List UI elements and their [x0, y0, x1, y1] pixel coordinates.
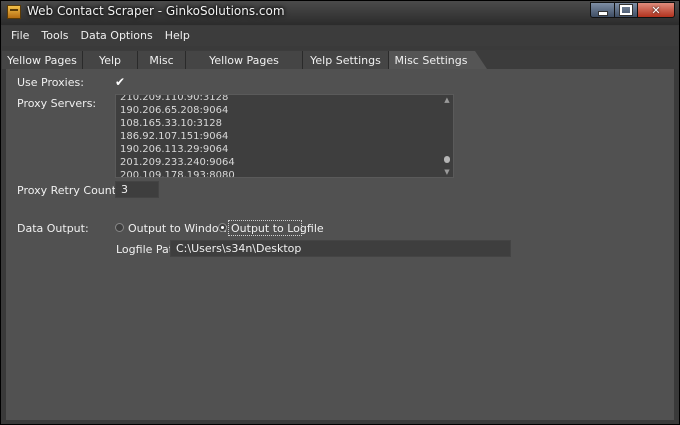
logfile-path-input[interactable]: C:\Users\s34n\Desktop: [170, 240, 511, 257]
output-window-radio[interactable]: [115, 223, 124, 232]
data-output-label: Data Output:: [17, 222, 89, 235]
output-window-label[interactable]: Output to Window: [128, 222, 228, 235]
proxy-servers-label: Proxy Servers:: [17, 97, 97, 110]
scroll-down-icon[interactable]: ▼: [442, 168, 452, 176]
maximize-button[interactable]: [614, 2, 638, 18]
app-window: Web Contact Scraper - GinkoSolutions.com…: [0, 0, 680, 425]
list-item[interactable]: 190.206.65.208:9064: [120, 104, 440, 117]
list-item[interactable]: 201.209.233.240:9064: [120, 156, 440, 169]
checkmark-icon: ✔: [114, 75, 126, 89]
close-icon: ✕: [651, 3, 661, 17]
list-item[interactable]: 200.109.178.193:8080: [120, 169, 440, 177]
proxy-retry-label: Proxy Retry Count:: [17, 184, 120, 197]
menu-tools[interactable]: Tools: [35, 26, 74, 46]
menu-data-options[interactable]: Data Options: [75, 26, 159, 46]
window-title: Web Contact Scraper - GinkoSolutions.com: [27, 4, 285, 18]
list-item[interactable]: 190.206.113.29:9064: [120, 143, 440, 156]
active-tab-edge: [473, 51, 487, 69]
menu-bar: File Tools Data Options Help: [2, 26, 678, 46]
tab-yelp[interactable]: Yelp: [83, 51, 137, 69]
output-logfile-radio[interactable]: [218, 223, 227, 232]
proxy-list-scrollbar[interactable]: ▲ ▼: [442, 96, 452, 176]
tab-misc[interactable]: Misc: [138, 51, 185, 69]
tab-yelp-settings[interactable]: Yelp Settings: [303, 51, 388, 69]
proxy-servers-list[interactable]: 210.209.110.90:3128 190.206.65.208:9064 …: [115, 94, 454, 178]
output-logfile-label[interactable]: Output to Logfile: [231, 222, 324, 235]
tab-misc-settings[interactable]: Misc Settings: [389, 51, 473, 69]
tab-strip: Yellow Pages Yelp Misc Yellow Pages Sett…: [2, 50, 678, 86]
scroll-thumb[interactable]: [444, 156, 450, 163]
title-bar[interactable]: Web Contact Scraper - GinkoSolutions.com…: [1, 1, 679, 25]
tab-yellow-pages-settings[interactable]: Yellow Pages Settings: [186, 51, 302, 86]
misc-settings-panel: Use Proxies: ✔ Proxy Servers: 210.209.11…: [6, 69, 674, 420]
close-button[interactable]: ✕: [637, 2, 675, 18]
menu-help[interactable]: Help: [159, 26, 196, 46]
proxy-items: 210.209.110.90:3128 190.206.65.208:9064 …: [120, 95, 440, 177]
list-item[interactable]: 108.165.33.10:3128: [120, 117, 440, 130]
proxy-retry-input[interactable]: 3: [115, 181, 159, 198]
use-proxies-label: Use Proxies:: [17, 76, 84, 89]
tab-yellow-pages[interactable]: Yellow Pages: [2, 51, 82, 69]
menu-file[interactable]: File: [2, 26, 35, 46]
app-icon[interactable]: [7, 5, 21, 19]
scroll-up-icon[interactable]: ▲: [442, 96, 452, 104]
minimize-button[interactable]: [590, 2, 615, 18]
list-item[interactable]: 186.92.107.151:9064: [120, 130, 440, 143]
use-proxies-checkbox[interactable]: ✔: [114, 76, 126, 88]
list-item[interactable]: 210.209.110.90:3128: [120, 95, 440, 104]
